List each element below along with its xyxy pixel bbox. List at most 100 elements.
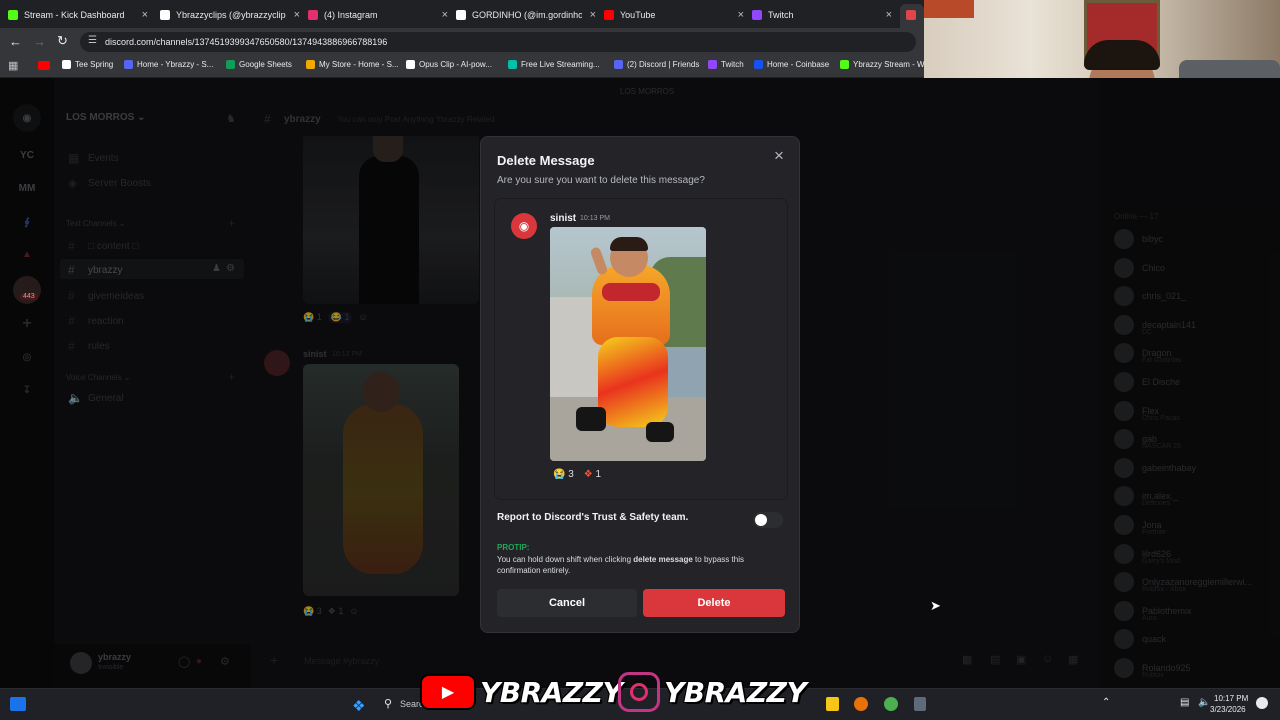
bookmark-label: Tee Spring <box>75 60 114 69</box>
tab-favicon-icon <box>160 10 170 20</box>
youtube-handle: YBRAZZY <box>480 675 623 709</box>
tab-close-icon[interactable]: × <box>738 9 744 21</box>
tab-title: YouTube <box>620 10 656 20</box>
bookmark-item[interactable]: Free Live Streaming... <box>508 60 600 69</box>
bookmark-icon <box>124 60 133 69</box>
tab-title: GORDINHO (@im.gordinho) <box>472 10 582 20</box>
bookmark-icon <box>614 60 623 69</box>
bookmark-item[interactable]: My Store - Home - S... <box>306 60 399 69</box>
clock-date[interactable]: 3/23/2026 <box>1210 705 1246 714</box>
app-icon-4[interactable] <box>914 697 926 711</box>
app-icon-2[interactable] <box>854 697 868 711</box>
delete-button[interactable]: Delete <box>643 589 785 617</box>
toggle-knob <box>755 514 767 526</box>
widgets-icon[interactable] <box>10 697 26 711</box>
apps-grid-icon[interactable]: ▦ <box>8 59 18 72</box>
search-icon[interactable]: ⚲ <box>384 697 392 710</box>
site-info-icon[interactable]: ☰ <box>88 35 97 46</box>
instagram-handle: YBRAZZY <box>664 675 807 709</box>
tab-title: Stream - Kick Dashboard <box>24 10 125 20</box>
bookmark-item[interactable]: Opus Clip - AI-pow... <box>406 60 492 69</box>
preview-time: 10:13 PM <box>580 215 610 222</box>
notification-icon[interactable] <box>1256 697 1268 709</box>
bookmark-icon <box>508 60 517 69</box>
bookmark-item[interactable]: Google Sheets <box>226 60 292 69</box>
person-body <box>592 265 670 345</box>
message-preview: ◉ sinist 10:13 PM 😭 3 ❖ 1 <box>495 199 787 499</box>
tray-wifi-icon[interactable]: ▤ <box>1180 697 1189 708</box>
mouse-cursor-icon: ➤ <box>930 598 941 613</box>
bookmark-label: Home - Coinbase <box>767 60 830 69</box>
browser-tab[interactable]: Stream - Kick Dashboard × <box>8 4 148 26</box>
bookmark-item[interactable]: Home - Ybrazzy - S... <box>124 60 213 69</box>
back-icon[interactable]: ← <box>9 34 22 49</box>
close-icon[interactable]: × <box>774 146 784 166</box>
delete-message-dialog: Delete Message × Are you sure you want t… <box>480 136 800 633</box>
bookmark-item[interactable]: (2) Discord | Friends <box>614 60 699 69</box>
tab-title: Twitch <box>768 10 794 20</box>
bookmark-icon <box>406 60 415 69</box>
preview-image <box>550 227 706 461</box>
report-label: Report to Discord's Trust & Safety team. <box>497 512 689 523</box>
preview-reaction-crying: 😭 3 <box>553 469 574 480</box>
start-icon[interactable]: ❖ <box>352 697 365 715</box>
bookmark-icon <box>840 60 849 69</box>
forward-icon[interactable]: → <box>33 34 46 49</box>
browser-tab[interactable]: GORDINHO (@im.gordinho) × <box>456 4 596 26</box>
bookmark-icon <box>754 60 763 69</box>
tray-chevron-icon[interactable]: ⌃ <box>1102 697 1110 708</box>
tab-close-icon[interactable]: × <box>886 9 892 21</box>
tab-favicon-icon <box>456 10 466 20</box>
address-bar-row: ← → ↻ ☰ discord.com/channels/13745193993… <box>0 28 924 56</box>
bookmark-label: Ybrazzy Stream - W... <box>853 60 931 69</box>
reload-icon[interactable]: ↻ <box>57 33 68 49</box>
bookmarks-bar: ▦ Tee Spring Home - Ybrazzy - S... Google … <box>0 56 931 78</box>
tab-title: (4) Instagram <box>324 10 378 20</box>
tab-favicon-icon <box>8 10 18 20</box>
browser-tab[interactable]: YouTube × <box>604 4 744 26</box>
tray-volume-icon[interactable]: 🔈 <box>1198 697 1210 708</box>
bookmark-label: Opus Clip - AI-pow... <box>419 60 492 69</box>
bookmark-label: Google Sheets <box>239 60 292 69</box>
bookmark-label: (2) Discord | Friends <box>627 60 700 69</box>
protip-text: You can hold down shift when clicking de… <box>497 555 744 575</box>
tab-close-icon[interactable]: × <box>442 9 448 21</box>
browser-tab[interactable]: Ybrazzyclips (@ybrazzyclips) × <box>160 4 300 26</box>
tab-title: Ybrazzyclips (@ybrazzyclips) <box>176 10 286 20</box>
tab-favicon-icon <box>604 10 614 20</box>
cancel-button[interactable]: Cancel <box>497 589 637 617</box>
browser-tab-strip: Stream - Kick Dashboard × Ybrazzyclips (@y… <box>0 0 924 28</box>
bookmark-item[interactable]: Tee Spring <box>62 60 113 69</box>
preview-reactions: 😭 3 ❖ 1 <box>553 469 601 480</box>
dialog-title: Delete Message <box>497 153 595 168</box>
preview-reaction-shrimp: ❖ 1 <box>583 469 602 480</box>
report-toggle[interactable] <box>753 512 783 528</box>
active-tab[interactable] <box>900 4 924 28</box>
tab-favicon-icon <box>752 10 762 20</box>
browser-tab[interactable]: Twitch × <box>752 4 892 26</box>
bookmark-item[interactable]: Home - Coinbase <box>754 60 829 69</box>
bookmark-icon <box>306 60 315 69</box>
bookmark-icon <box>708 60 717 69</box>
url-text: discord.com/channels/1374519399347650580… <box>105 37 388 47</box>
browser-tab[interactable]: (4) Instagram × <box>308 4 448 26</box>
preview-avatar: ◉ <box>511 213 537 239</box>
app-icon-3[interactable] <box>884 697 898 711</box>
bookmark-icon <box>226 60 235 69</box>
bookmark-label: Home - Ybrazzy - S... <box>137 60 214 69</box>
bookmark-label: Twitch <box>721 60 744 69</box>
youtube-logo: ▶ <box>420 674 476 710</box>
url-field[interactable]: ☰ discord.com/channels/13745193993476505… <box>80 32 916 52</box>
clock-time[interactable]: 10:17 PM <box>1214 694 1248 703</box>
preview-author: sinist <box>550 213 577 224</box>
bookmark-item[interactable]: Twitch <box>708 60 744 69</box>
tab-close-icon[interactable]: × <box>590 9 596 21</box>
tab-close-icon[interactable]: × <box>294 9 300 21</box>
bookmark-youtube-icon[interactable] <box>38 61 50 70</box>
app-icon-1[interactable] <box>826 697 839 711</box>
tab-close-icon[interactable]: × <box>142 9 148 21</box>
bookmark-icon <box>62 60 71 69</box>
bookmark-item[interactable]: Ybrazzy Stream - W... <box>840 60 931 69</box>
tab-favicon-icon <box>308 10 318 20</box>
dialog-question: Are you sure you want to delete this mes… <box>497 175 705 186</box>
